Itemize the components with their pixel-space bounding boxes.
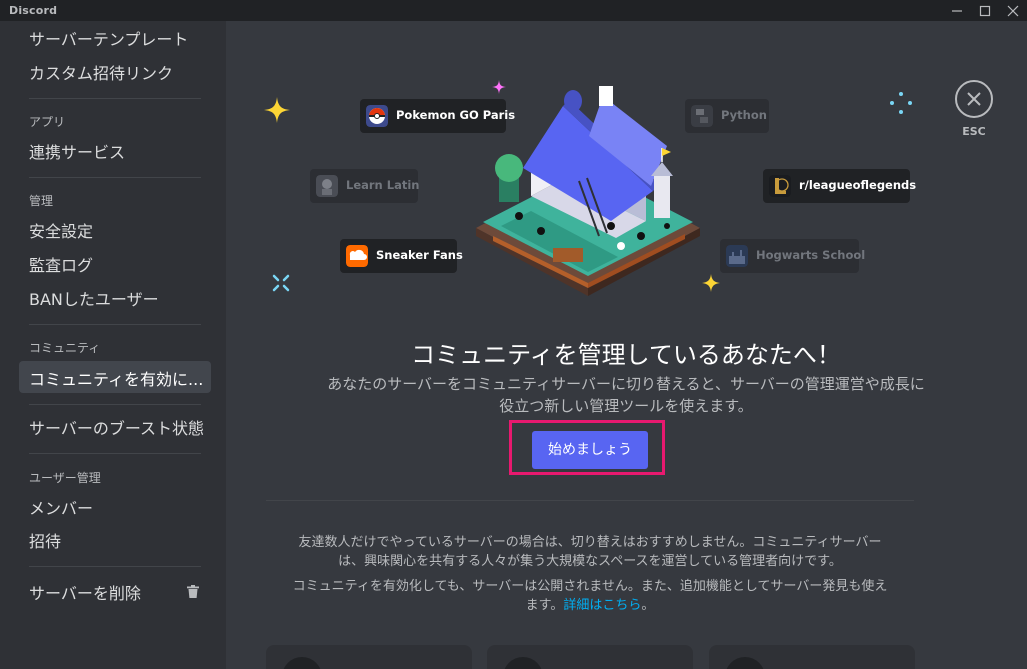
maximize-icon [979, 5, 991, 17]
close-window-icon [1007, 5, 1019, 17]
sidebar-item-bans[interactable]: BANしたユーザー [19, 281, 211, 313]
window-titlebar: Discord [0, 0, 1027, 21]
sidebar-item-label: BANしたユーザー [29, 290, 159, 309]
trash-icon[interactable] [187, 585, 199, 598]
chip-label: Pokemon GO Paris [396, 108, 516, 122]
chip-label: Learn Latin [346, 178, 420, 192]
server-chip-python: Python [685, 99, 769, 133]
sidebar-item-label: 監査ログ [29, 256, 94, 275]
statue-icon [316, 175, 338, 197]
note-line: は、興味関心を共有する人々が集う大規模なスペースを運営している管理者向けです。 [338, 554, 842, 569]
sidebar-item-label: 安全設定 [29, 222, 94, 241]
settings-sidebar: サーバーテンプレート カスタム招待リンク アプリ 連携サービス 管理 安全設定 … [0, 21, 226, 669]
server-chip-learn-latin: Learn Latin [310, 169, 420, 203]
note-text: ます。 [525, 598, 564, 613]
sidebar-item-label: 招待 [29, 532, 62, 551]
sidebar-header-user-management: ユーザー管理 [29, 471, 101, 485]
sidebar-divider [29, 566, 201, 567]
soundcloud-icon [346, 245, 368, 267]
recommendation-note: 友達数人だけでやっているサーバーの場合は、切り替えはおすすめしません。コミュニテ… [264, 533, 916, 571]
python-icon [691, 105, 713, 127]
sidebar-divider [29, 404, 201, 405]
sidebar-item-label: 連携サービス [29, 143, 126, 162]
feature-card-icon [503, 657, 543, 669]
maximize-button[interactable] [971, 0, 999, 21]
sidebar-header-community: コミュニティ [29, 341, 101, 355]
castle-icon [726, 245, 748, 267]
sidebar-item-members[interactable]: メンバー [19, 490, 211, 522]
close-icon [967, 92, 981, 106]
close-settings-button[interactable] [955, 80, 993, 118]
chip-label: r/leagueoflegends [799, 178, 917, 192]
server-chip-hogwarts-school: Hogwarts School [720, 239, 865, 273]
feature-card [709, 645, 915, 669]
page-title: コミュニティを管理しているあなたへ！ [411, 341, 841, 369]
sidebar-item-label: コミュニティを有効に... [29, 370, 204, 389]
description-line: 役立つ新しい管理ツールを使えます。 [499, 397, 753, 415]
close-window-button[interactable] [999, 0, 1027, 21]
note-line: コミュニティを有効化しても、サーバーは公開されません。また、追加機能としてサーバ… [292, 579, 888, 594]
minimize-button[interactable] [943, 0, 971, 21]
sidebar-item-server-template[interactable]: サーバーテンプレート [19, 21, 211, 53]
content-divider [266, 500, 914, 501]
sidebar-divider [29, 324, 201, 325]
server-chip-leagueoflegends: r/leagueoflegends [763, 169, 916, 203]
sidebar-divider [29, 98, 201, 99]
sidebar-item-label: カスタム招待リンク [29, 64, 174, 83]
sidebar-item-label: サーバーのブースト状態 [29, 419, 205, 438]
sidebar-item-label: メンバー [29, 499, 94, 518]
sidebar-item-safety-setup[interactable]: 安全設定 [19, 213, 211, 245]
app-title: Discord [9, 4, 58, 17]
sidebar-header-moderation: 管理 [29, 194, 54, 208]
feature-card [266, 645, 472, 669]
get-started-button[interactable]: 始めましょう [532, 431, 648, 469]
visibility-note: コミュニティを有効化しても、サーバーは公開されません。また、追加機能としてサーバ… [264, 577, 916, 615]
feature-card-icon [725, 657, 765, 669]
learn-more-link[interactable]: 詳細はこちら [563, 598, 641, 613]
sidebar-item-delete-server[interactable]: サーバーを削除 [19, 575, 211, 607]
sidebar-item-custom-invite-link[interactable]: カスタム招待リンク [19, 55, 211, 87]
sidebar-item-integrations[interactable]: 連携サービス [19, 134, 211, 166]
server-chip-sneaker-fans: Sneaker Fans [340, 239, 463, 273]
sidebar-item-enable-community[interactable]: コミュニティを有効に... [19, 361, 211, 393]
note-text: 。 [641, 598, 655, 613]
description-line: あなたのサーバーをコミュニティサーバーに切り替えると、サーバーの管理運営や成長に [327, 375, 925, 393]
feature-card-icon [282, 657, 322, 669]
chip-label: Sneaker Fans [376, 248, 463, 262]
esc-label: ESC [962, 125, 986, 138]
note-line: ます。詳細はこちら。 [264, 596, 916, 615]
league-icon [769, 175, 791, 197]
sidebar-item-invites[interactable]: 招待 [19, 523, 211, 555]
sidebar-item-label: サーバーテンプレート [29, 30, 189, 49]
sidebar-divider [29, 453, 201, 454]
sidebar-item-boost-status[interactable]: サーバーのブースト状態 [19, 410, 211, 442]
sparkle-icon [264, 97, 290, 123]
server-chip-pokemon-go-paris: Pokemon GO Paris [360, 99, 515, 133]
sparkle-icon [272, 274, 290, 292]
main-content: ESC Pokemon GO Paris Python Learn Latin … [226, 21, 1027, 669]
minimize-icon [952, 10, 962, 12]
chip-label: Hogwarts School [756, 248, 866, 262]
sidebar-item-audit-log[interactable]: 監査ログ [19, 247, 211, 279]
sidebar-item-label: サーバーを削除 [29, 584, 141, 603]
chip-label: Python [721, 108, 767, 122]
sparkle-icon [890, 92, 912, 114]
sidebar-divider [29, 177, 201, 178]
feature-card [487, 645, 693, 669]
note-line: 友達数人だけでやっているサーバーの場合は、切り替えはおすすめしません。コミュニテ… [298, 535, 882, 550]
sidebar-header-apps: アプリ [29, 115, 66, 129]
page-description: あなたのサーバーをコミュニティサーバーに切り替えると、サーバーの管理運営や成長に… [266, 373, 986, 417]
pokeball-icon [366, 105, 388, 127]
